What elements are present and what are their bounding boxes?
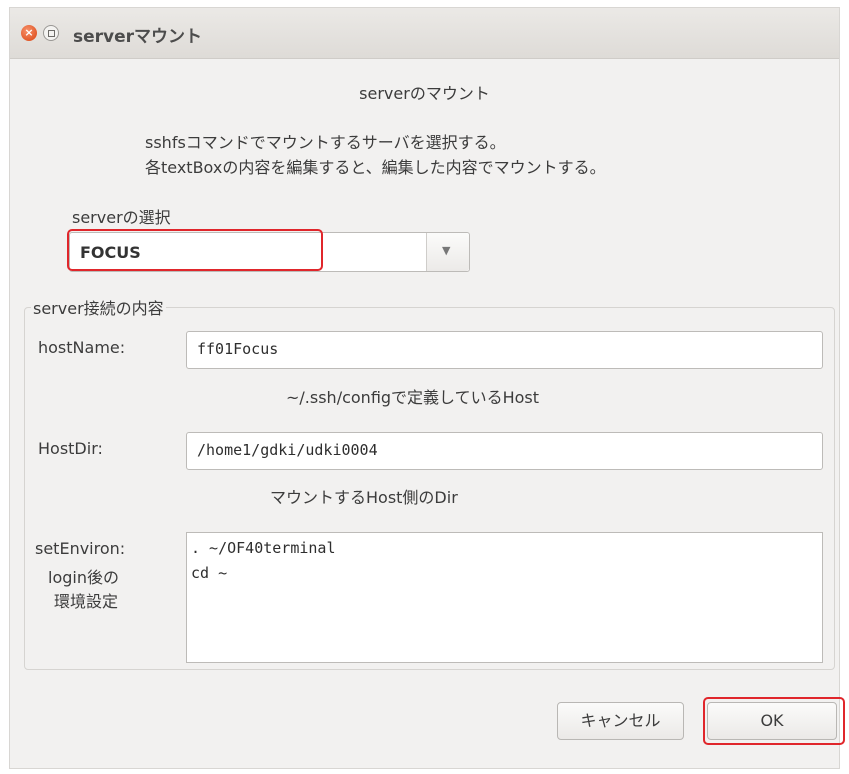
hostdir-field[interactable]: /home1/gdki/udki0004 bbox=[186, 432, 823, 470]
cancel-button[interactable]: キャンセル bbox=[557, 702, 684, 740]
connection-group-label: server接続の内容 bbox=[31, 295, 166, 319]
close-icon[interactable]: × bbox=[21, 25, 37, 41]
setenviron-sublabel-2: 環境設定 bbox=[54, 592, 119, 611]
title-bar: × serverマウント bbox=[10, 8, 839, 59]
triangle-down-icon: ▼ bbox=[442, 244, 451, 257]
dialog-heading: serverのマウント bbox=[359, 84, 490, 103]
hostname-field[interactable]: ff01Focus bbox=[186, 331, 823, 369]
window-title: serverマウント bbox=[73, 27, 203, 47]
server-select-label: serverの選択 bbox=[72, 208, 171, 227]
setenviron-line: cd ~ bbox=[191, 564, 228, 582]
hostdir-label: HostDir: bbox=[38, 439, 103, 458]
setenviron-label: setEnviron: bbox=[35, 539, 126, 558]
description-line-1: sshfsコマンドでマウントするサーバを選択する。 bbox=[145, 133, 506, 152]
hostname-hint: ~/.ssh/configで定義しているHost bbox=[286, 388, 539, 407]
annotation-highlight-ok bbox=[703, 697, 845, 745]
maximize-icon[interactable] bbox=[43, 25, 59, 41]
dialog-window: × serverマウント serverのマウント sshfsコマンドでマウントす… bbox=[10, 8, 845, 768]
description-line-2: 各textBoxの内容を編集すると、編集した内容でマウントする。 bbox=[145, 158, 606, 177]
annotation-highlight-server bbox=[67, 229, 323, 271]
hostdir-hint: マウントするHost側のDir bbox=[270, 488, 458, 507]
setenviron-sublabel-1: login後の bbox=[48, 568, 119, 587]
hostdir-value: /home1/gdki/udki0004 bbox=[197, 441, 378, 459]
combobox-dropdown-button[interactable]: ▼ bbox=[426, 233, 469, 271]
hostname-label: hostName: bbox=[38, 338, 126, 357]
hostname-value: ff01Focus bbox=[197, 340, 279, 358]
setenviron-textarea[interactable]: . ~/OF40terminal cd ~ bbox=[186, 532, 823, 663]
setenviron-line: . ~/OF40terminal bbox=[191, 539, 336, 557]
